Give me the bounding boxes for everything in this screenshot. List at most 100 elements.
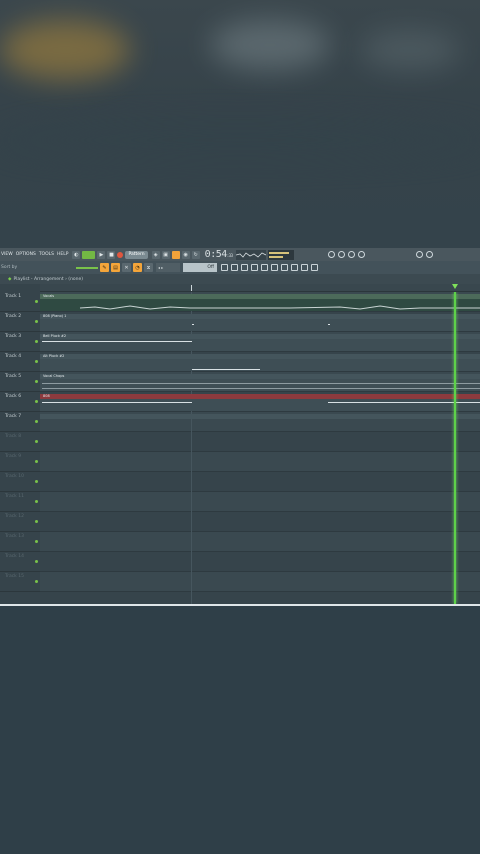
track-header[interactable]: Track 13 [0,532,40,552]
clip-header[interactable] [40,414,480,419]
menu-bar: VIEW OPTIONS TOOLS HELP [0,252,68,257]
track-active-dot[interactable] [35,300,38,303]
track-header[interactable]: Track 1 [0,292,40,312]
master-volume-slider[interactable] [76,266,98,269]
track-lane[interactable] [40,512,480,532]
pattern-clip[interactable] [40,379,480,391]
track-header[interactable]: Track 10 [0,472,40,492]
track-header[interactable]: Track 12 [0,512,40,532]
stop-button[interactable]: ■ [107,250,116,259]
playhead-line[interactable] [454,292,456,604]
browser-icon[interactable] [231,264,238,271]
meter-left [268,251,289,254]
pattern-selector[interactable]: Pattern [125,250,148,259]
delete-tool-icon[interactable]: ✕ [122,263,131,272]
track-header[interactable]: Track 11 [0,492,40,512]
plugin-icon[interactable] [241,264,248,271]
timeline-ruler[interactable] [40,284,480,292]
track-active-dot[interactable] [35,560,38,563]
track-active-dot[interactable] [35,360,38,363]
track-active-dot[interactable] [35,500,38,503]
track-active-dot[interactable] [35,460,38,463]
menu-options[interactable]: OPTIONS [16,252,36,257]
track-lane[interactable] [40,492,480,512]
transport-controls: ◐ ▶ ■ Pattern [72,250,148,259]
track-active-dot[interactable] [35,540,38,543]
track-active-dot[interactable] [35,520,38,523]
track-lane[interactable] [40,552,480,572]
track-header[interactable]: Track 6 [0,392,40,412]
track-header[interactable]: Track 9 [0,452,40,472]
loop-record-icon[interactable]: ↻ [191,250,200,259]
blend-icon[interactable]: ◉ [181,250,190,259]
track-lane[interactable] [40,452,480,472]
pattern-clip[interactable] [40,399,480,411]
track-active-dot[interactable] [35,400,38,403]
record-button[interactable] [117,251,124,258]
track-name: Track 14 [5,554,24,559]
track-lane[interactable] [40,592,480,604]
playhead-marker[interactable] [452,284,458,289]
track-header[interactable]: Track 2 [0,312,40,332]
audio-icon[interactable] [301,264,308,271]
meter-right [268,255,283,258]
render-icon[interactable] [281,264,288,271]
output-meter [267,249,294,260]
track-header[interactable]: Track 5 [0,372,40,392]
value-field[interactable]: Off [183,263,217,272]
tempo-tap-icon[interactable] [261,264,268,271]
audio-clip[interactable] [40,299,480,311]
track-active-dot[interactable] [35,340,38,343]
track-active-dot[interactable] [35,580,38,583]
draw-tool-icon[interactable]: ✎ [100,263,109,272]
piano-roll-icon[interactable] [337,251,345,258]
track-active-dot[interactable] [35,480,38,483]
blurred-shape [0,20,130,80]
export-icon[interactable] [311,264,318,271]
track-active-dot[interactable] [35,420,38,423]
menu-help[interactable]: HELP [57,252,68,257]
user-icon[interactable] [425,251,433,258]
playlist-arrow-icon[interactable]: ◆ [8,277,11,282]
slice-tool-icon[interactable]: ⧖ [144,263,153,272]
playlist-icon[interactable] [327,251,335,258]
snap-selector[interactable]: ◂ ▸ [156,263,180,272]
arrangement-grid[interactable]: Vocals 808 (Piano) 1 Bell Pluck #2 Alt P… [40,292,480,604]
menu-view[interactable]: VIEW [1,252,13,257]
tempo-icon[interactable]: ◐ [72,250,81,259]
pattern-song-toggle[interactable] [82,250,96,259]
channel-rack-icon[interactable] [221,264,228,271]
track-active-dot[interactable] [35,440,38,443]
chat-icon[interactable] [415,251,423,258]
track-lane[interactable] [40,432,480,452]
paint-tool-icon[interactable]: ▤ [111,263,120,272]
track-lane[interactable] [40,572,480,592]
mixer-view-icon[interactable] [251,264,258,271]
mute-tool-icon[interactable]: ◔ [133,263,142,272]
track-header[interactable]: Track 8 [0,432,40,452]
track-header[interactable]: Track 7 [0,412,40,432]
track-header[interactable]: Track 4 [0,352,40,372]
track-header[interactable]: Track 15 [0,572,40,592]
pattern-clip[interactable] [40,359,480,371]
cpu-ram-monitor [296,250,324,260]
track-lane[interactable] [40,532,480,552]
waveform-monitor [235,249,266,260]
menu-tools[interactable]: TOOLS [39,252,54,257]
track-lane[interactable] [40,472,480,492]
track-header[interactable]: Track 3 [0,332,40,352]
playlist-header: ◆ Playlist - Arrangement › (none) [0,274,480,284]
track-active-dot[interactable] [35,380,38,383]
countdown-icon[interactable] [171,250,180,259]
track-active-dot[interactable] [35,320,38,323]
wait-icon[interactable]: ▣ [161,250,170,259]
mixer-icon[interactable] [347,251,355,258]
play-button[interactable]: ▶ [97,250,106,259]
help-icon[interactable] [357,251,365,258]
pattern-clip[interactable] [40,319,480,331]
metronome-icon[interactable]: ◈ [151,250,160,259]
settings-icon[interactable] [291,264,298,271]
project-icon[interactable] [271,264,278,271]
playlist-breadcrumb[interactable]: Playlist - Arrangement › (none) [13,277,83,282]
track-header[interactable]: Track 14 [0,552,40,572]
